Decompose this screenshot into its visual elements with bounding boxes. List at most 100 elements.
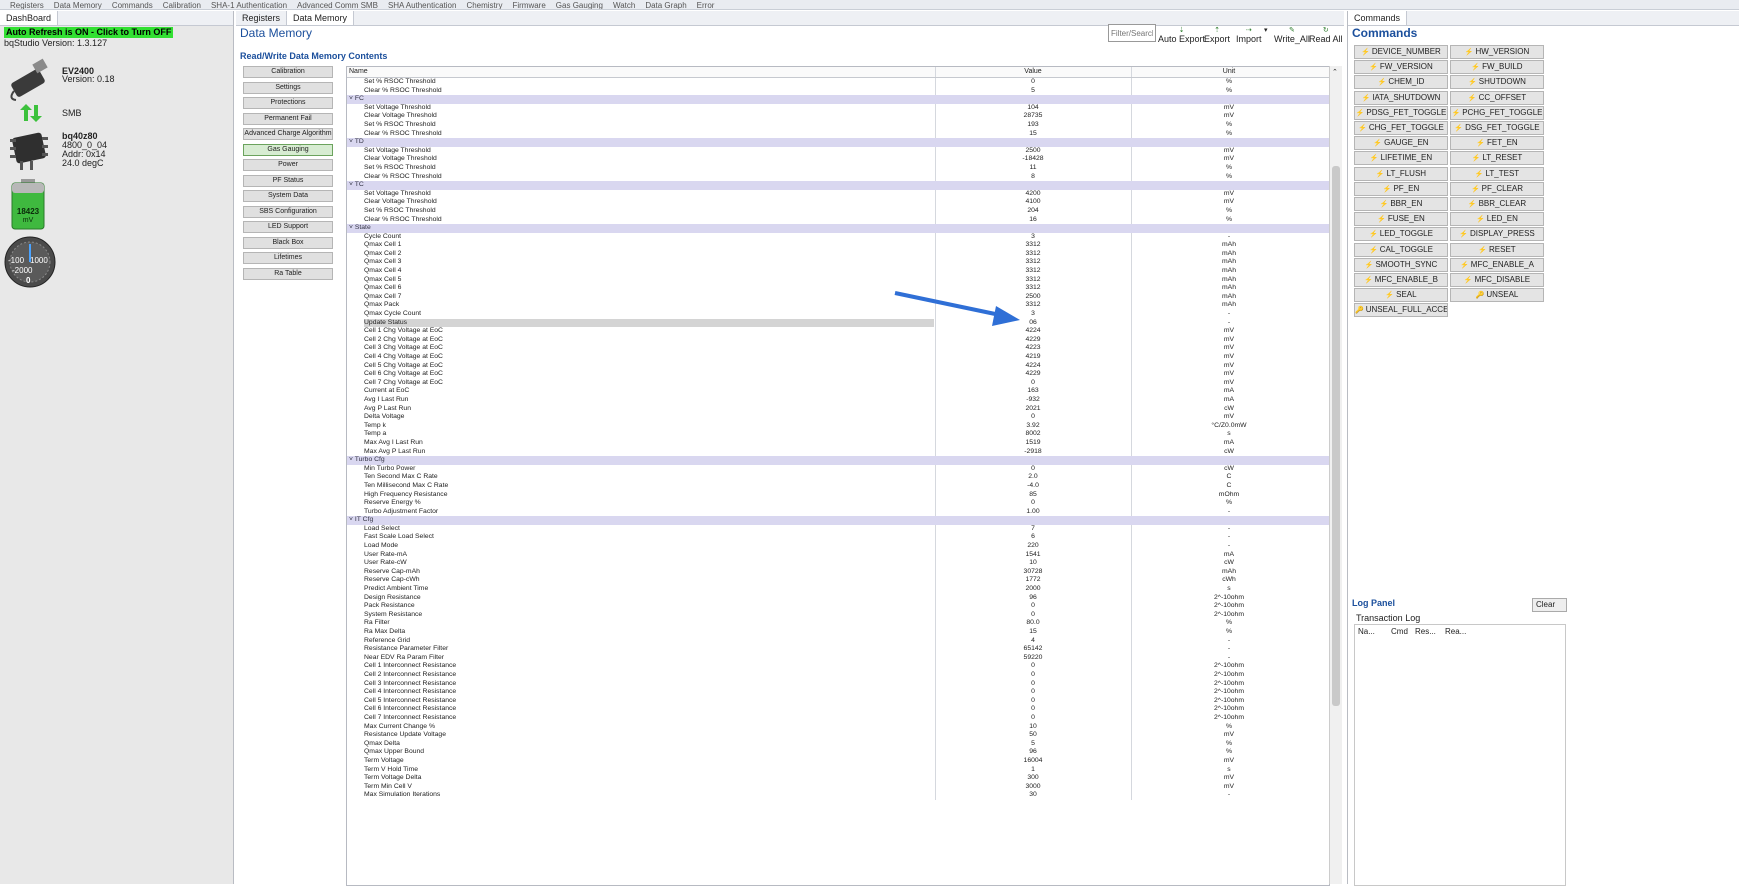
table-row[interactable]: Cell 6 Interconnect Resistance 0 2^-10ohm [347,705,1329,714]
row-value[interactable]: 3.92 [935,422,1131,431]
row-value[interactable]: 4224 [935,327,1131,336]
command-button-lifetime-en[interactable]: ⚡ LIFETIME_EN [1354,151,1448,166]
row-value[interactable]: 4 [935,637,1131,646]
row-value[interactable]: 16 [935,216,1131,225]
command-button-pf-en[interactable]: ⚡ PF_EN [1354,181,1448,196]
row-value[interactable]: 10 [935,559,1131,568]
row-value[interactable]: 0 [935,662,1131,671]
command-button-hw-version[interactable]: ⚡ HW_VERSION [1450,45,1544,59]
command-button-lt-test[interactable]: ⚡ LT_TEST [1450,166,1544,181]
row-value[interactable]: 2021 [935,405,1131,414]
table-row[interactable]: Current at EoC 163 mA [347,387,1329,396]
command-button-iata-shutdown[interactable]: ⚡ IATA_SHUTDOWN [1354,90,1448,105]
table-row[interactable]: Cell 2 Chg Voltage at EoC 4229 mV [347,335,1329,345]
category-button-advanced-charge-algorithm[interactable]: Advanced Charge Algorithm [243,128,333,140]
scroll-up-icon[interactable]: ⌃ [1332,68,1338,76]
table-row[interactable]: User Rate-mA 1541 mA [347,550,1329,560]
table-row[interactable]: Avg P Last Run 2021 cW [347,404,1329,414]
table-row[interactable]: Qmax Cell 7 2500 mAh [347,292,1329,302]
table-group-row[interactable]: ˅ TC [347,181,1329,190]
row-value[interactable]: 2500 [935,147,1131,156]
table-row[interactable]: Max Avg I Last Run 1519 mA [347,438,1329,448]
row-value[interactable]: 96 [935,594,1131,603]
toolbar-item[interactable]: Gas Gauging [556,2,603,10]
row-value[interactable]: 4219 [935,353,1131,362]
tab-registers[interactable]: Registers [236,11,288,25]
row-value[interactable]: -2918 [935,448,1131,457]
command-button-chem-id[interactable]: ⚡ CHEM_ID [1354,75,1448,90]
table-row[interactable]: Clear % RSOC Threshold 15% [347,129,1329,139]
row-value[interactable]: 3000 [935,783,1131,792]
row-value[interactable]: 1541 [935,551,1131,560]
command-button-device-number[interactable]: ⚡ DEVICE_NUMBER [1354,45,1448,59]
command-button-dsg-fet-toggle[interactable]: ⚡ DSG_FET_TOGGLE [1450,121,1544,135]
row-value[interactable]: 4229 [935,336,1131,345]
table-row[interactable]: Set Voltage Threshold 2500 mV [347,146,1329,156]
command-button-smooth-sync[interactable]: ⚡ SMOOTH_SYNC [1354,257,1448,272]
row-value[interactable]: 11 [935,164,1131,173]
table-row[interactable]: Qmax Cell 5 3312 mAh [347,275,1329,285]
row-value[interactable]: 2000 [935,585,1131,594]
table-row[interactable]: Load Select 7 - [347,524,1329,534]
table-row[interactable]: Clear Voltage Threshold 28735 mV [347,112,1329,121]
table-row[interactable]: Resistance Parameter Filter 65142 - [347,645,1329,654]
toolbar-item[interactable]: Data Graph [645,2,686,10]
table-row[interactable]: Ten Millisecond Max C Rate -4.0 C [347,481,1329,491]
table-row[interactable]: Reserve Cap-mAh 30728 mAh [347,567,1329,577]
row-value[interactable]: 10 [935,723,1131,732]
command-button-bbr-en[interactable]: ⚡ BBR_EN [1354,197,1448,211]
table-row[interactable]: Qmax Cell 6 3312 mAh [347,284,1329,293]
filter-search-input[interactable] [1108,24,1156,42]
table-row[interactable]: Qmax Cell 2 3312 mAh [347,249,1329,259]
row-value[interactable]: 06 [935,319,1131,328]
command-button-pchg-fet-toggle[interactable]: ⚡ PCHG_FET_TOGGLE [1450,105,1544,120]
table-row[interactable]: Design Resistance 96 2^-10ohm [347,593,1329,603]
category-button-settings[interactable]: Settings [243,81,333,94]
row-value[interactable]: 3312 [935,258,1131,267]
row-value[interactable]: 0 [935,705,1131,714]
table-row[interactable]: Predict Ambient Time 2000 s [347,585,1329,594]
category-button-sbs-configuration[interactable]: SBS Configuration [243,205,333,218]
toolbar-item[interactable]: Advanced Comm SMB [297,2,378,10]
row-value[interactable]: 0 [935,714,1131,723]
row-value[interactable]: 0 [935,78,1131,87]
table-row[interactable]: Reserve Cap-cWh 1772 cWh [347,576,1329,586]
table-scrollbar[interactable]: ⌃ [1329,66,1342,884]
table-row[interactable]: Clear Voltage Threshold 4100 mV [347,198,1329,207]
row-value[interactable]: -932 [935,396,1131,405]
table-row[interactable]: High Frequency Resistance 85 mOhm [347,490,1329,500]
toolbar-item[interactable]: Data Memory [54,2,102,10]
table-row[interactable]: Qmax Delta 5% [347,739,1329,749]
command-button-led-toggle[interactable]: ⚡ LED_TOGGLE [1354,227,1448,242]
row-value[interactable]: 204 [935,207,1131,216]
import-dropdown[interactable]: ▾ [1264,27,1268,34]
scrollbar-thumb[interactable] [1332,166,1340,706]
table-row[interactable]: Qmax Cell 1 3312 mAh [347,241,1329,250]
table-row[interactable]: Qmax Pack 3312 mAh [347,301,1329,311]
row-value[interactable]: 4200 [935,190,1131,199]
row-value[interactable]: 3 [935,310,1131,319]
row-value[interactable]: 0 [935,602,1131,611]
row-value[interactable]: 15 [935,628,1131,637]
table-row[interactable]: Turbo Adjustment Factor 1.00 - [347,507,1329,517]
row-value[interactable]: 59220 [935,654,1131,663]
command-button-lt-flush[interactable]: ⚡ LT_FLUSH [1354,166,1448,181]
command-button-gauge-en[interactable]: ⚡ GAUGE_EN [1354,136,1448,151]
table-row[interactable]: Set % RSOC Threshold 204% [347,206,1329,216]
row-value[interactable]: 80.0 [935,619,1131,628]
row-value[interactable]: 1772 [935,576,1131,585]
table-row[interactable]: Max Simulation Iterations 30 - [347,791,1329,800]
table-row[interactable]: Ten Second Max C Rate 2.0 C [347,473,1329,482]
command-button-fw-build[interactable]: ⚡ FW_BUILD [1450,60,1544,75]
command-button-lt-reset[interactable]: ⚡ LT_RESET [1450,151,1544,166]
export-button[interactable]: ⇡ Export [1204,27,1230,44]
table-row[interactable]: Min Turbo Power 0 cW [347,464,1329,474]
row-value[interactable]: 0 [935,379,1131,388]
toolbar-item[interactable]: Commands [112,2,153,10]
table-row[interactable]: Reserve Energy % 0% [347,499,1329,508]
tab-data-memory[interactable]: Data Memory [287,11,355,25]
auto-refresh-toggle[interactable]: Auto Refresh is ON - Click to Turn OFF [4,27,174,38]
command-button-fet-en[interactable]: ⚡ FET_EN [1450,136,1544,151]
table-group-row[interactable]: ˅ FC [347,95,1329,104]
auto-export-button[interactable]: ⇣ Auto Export [1158,27,1205,44]
